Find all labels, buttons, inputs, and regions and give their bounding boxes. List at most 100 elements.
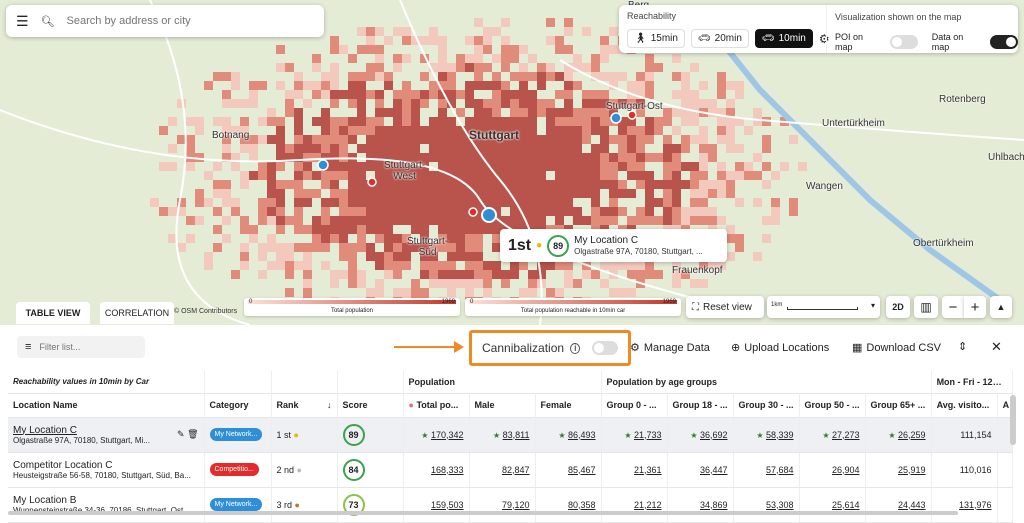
heat-tile xyxy=(564,144,573,153)
close-icon[interactable]: ✕ xyxy=(991,339,1002,355)
heat-tile xyxy=(726,252,735,261)
location-name[interactable]: My Location B xyxy=(13,495,199,506)
heat-tile xyxy=(591,144,600,153)
horizontal-scrollbar[interactable] xyxy=(8,511,958,515)
map-style-icon[interactable]: ▥ xyxy=(914,296,938,318)
delete-icon[interactable]: 🗑︎ xyxy=(187,429,198,439)
map-label-uhlbach: Uhlbach xyxy=(988,152,1024,163)
heat-tile xyxy=(474,180,483,189)
location-name[interactable]: Competitor Location C xyxy=(13,460,199,471)
heat-tile xyxy=(447,216,456,225)
heat-tile xyxy=(681,99,690,108)
heat-tile xyxy=(555,117,564,126)
heat-tile xyxy=(366,126,375,135)
heat-tile xyxy=(249,234,258,243)
col-location-name[interactable]: Location Name xyxy=(8,393,205,417)
heat-tile xyxy=(357,243,366,252)
col-group-0[interactable]: Group 0 - ... xyxy=(601,393,668,417)
vertical-scrollbar[interactable] xyxy=(1010,395,1016,445)
upload-locations-button[interactable]: ⊕ Upload Locations xyxy=(731,341,830,355)
tab-table-view[interactable]: TABLE VIEW xyxy=(16,302,90,324)
heat-tile xyxy=(564,108,573,117)
reach-10min-button[interactable]: 🚗︎ 10min xyxy=(754,29,813,48)
col-male[interactable]: Male xyxy=(469,393,536,417)
heat-tile xyxy=(483,189,492,198)
heat-tile xyxy=(294,162,303,171)
heat-tile xyxy=(663,189,672,198)
heat-tile xyxy=(447,198,456,207)
map[interactable]: Berg Stuttgart Stuttgart- West Stuttgart… xyxy=(0,0,1024,325)
search-input[interactable] xyxy=(66,15,314,27)
heat-tile xyxy=(321,108,330,117)
heat-tile xyxy=(537,180,546,189)
reach-15min-button[interactable]: 🚶︎ 15min xyxy=(627,29,685,48)
heat-tile xyxy=(393,189,402,198)
col-rank-label: Rank xyxy=(276,400,299,410)
heat-tile xyxy=(213,243,222,252)
heat-tile xyxy=(420,135,429,144)
heat-tile xyxy=(474,18,483,27)
info-icon[interactable]: i xyxy=(570,342,581,354)
location-popup[interactable]: 1st ● 89 My Location C Olgastraße 97A, 7… xyxy=(500,229,727,262)
col-female[interactable]: Female xyxy=(535,393,602,417)
expand-collapse-icon[interactable]: ⇕ xyxy=(958,340,967,353)
heat-tile xyxy=(294,216,303,225)
network-marker[interactable] xyxy=(317,159,329,171)
heat-tile xyxy=(393,207,402,216)
tab-correlation[interactable]: CORRELATION xyxy=(100,302,174,324)
heat-tile xyxy=(366,216,375,225)
heat-tile xyxy=(636,162,645,171)
settings-gear-icon[interactable]: ⚙ xyxy=(819,32,830,46)
reset-view-button[interactable]: ⛶ Reset view xyxy=(686,296,764,318)
col-avg-visitors[interactable]: Avg. visito... xyxy=(931,393,998,417)
download-csv-button[interactable]: ▦ Download CSV xyxy=(852,341,941,355)
heat-tile xyxy=(186,162,195,171)
edit-icon[interactable]: ✎ xyxy=(177,429,185,439)
heat-tile xyxy=(492,189,501,198)
scale-label: 1km xyxy=(771,302,783,308)
reach-20min-button[interactable]: 🚗︎ 20min xyxy=(690,29,749,48)
heat-tile xyxy=(438,153,447,162)
col-rank[interactable]: Rank ↓ xyxy=(271,393,338,417)
heat-tile xyxy=(627,216,636,225)
col-group-65[interactable]: Group 65+ ... xyxy=(865,393,932,417)
selected-location-marker[interactable] xyxy=(481,207,497,223)
heat-tile xyxy=(465,81,474,90)
col-group-30[interactable]: Group 30 - ... xyxy=(733,393,800,417)
highlight-arrow xyxy=(394,346,456,348)
competitor-marker[interactable] xyxy=(367,177,377,187)
sort-down-icon[interactable]: ↓ xyxy=(327,400,332,410)
heat-tile xyxy=(600,36,609,45)
col-group-18[interactable]: Group 18 - ... xyxy=(667,393,734,417)
upload-locations-label: Upload Locations xyxy=(744,341,830,354)
view-2d-button[interactable]: 2D xyxy=(886,296,910,318)
table-row[interactable]: My Location B Wunnensteinstraße 34-36, 70… xyxy=(8,487,1013,523)
poi-on-map-toggle[interactable] xyxy=(890,35,918,49)
network-marker[interactable] xyxy=(610,112,622,124)
compass-north-icon[interactable]: ▲ xyxy=(990,296,1012,318)
heat-tile xyxy=(636,216,645,225)
scale-dropdown-icon[interactable]: ▾ xyxy=(871,301,875,310)
heat-tile xyxy=(681,162,690,171)
location-name[interactable]: My Location C xyxy=(13,425,163,436)
heat-tile xyxy=(447,225,456,234)
col-score[interactable]: Score xyxy=(337,393,404,417)
table-row[interactable]: My Location C Olgastraße 97A, 70180, Stut… xyxy=(8,417,1013,453)
col-category[interactable]: Category xyxy=(204,393,272,417)
cannibalization-toggle[interactable] xyxy=(592,341,618,355)
zoom-in-button[interactable]: + xyxy=(964,296,986,318)
manage-data-button[interactable]: ⚙ Manage Data xyxy=(630,341,710,355)
heat-tile xyxy=(303,288,312,297)
col-group-50[interactable]: Group 50 - ... xyxy=(799,393,866,417)
menu-icon[interactable]: ☰ xyxy=(16,13,29,30)
competitor-marker[interactable] xyxy=(627,110,637,120)
table-row[interactable]: Competitor Location C Heusteigstraße 56-5… xyxy=(8,452,1013,488)
heat-tile xyxy=(591,198,600,207)
data-on-map-toggle[interactable] xyxy=(990,35,1018,49)
filter-input[interactable] xyxy=(39,342,130,352)
competitor-marker[interactable] xyxy=(468,207,478,217)
col-total-population[interactable]: ● Total po... xyxy=(403,393,470,417)
zoom-out-button[interactable]: − xyxy=(942,296,964,318)
heat-tile xyxy=(627,261,636,270)
heat-tile xyxy=(249,99,258,108)
